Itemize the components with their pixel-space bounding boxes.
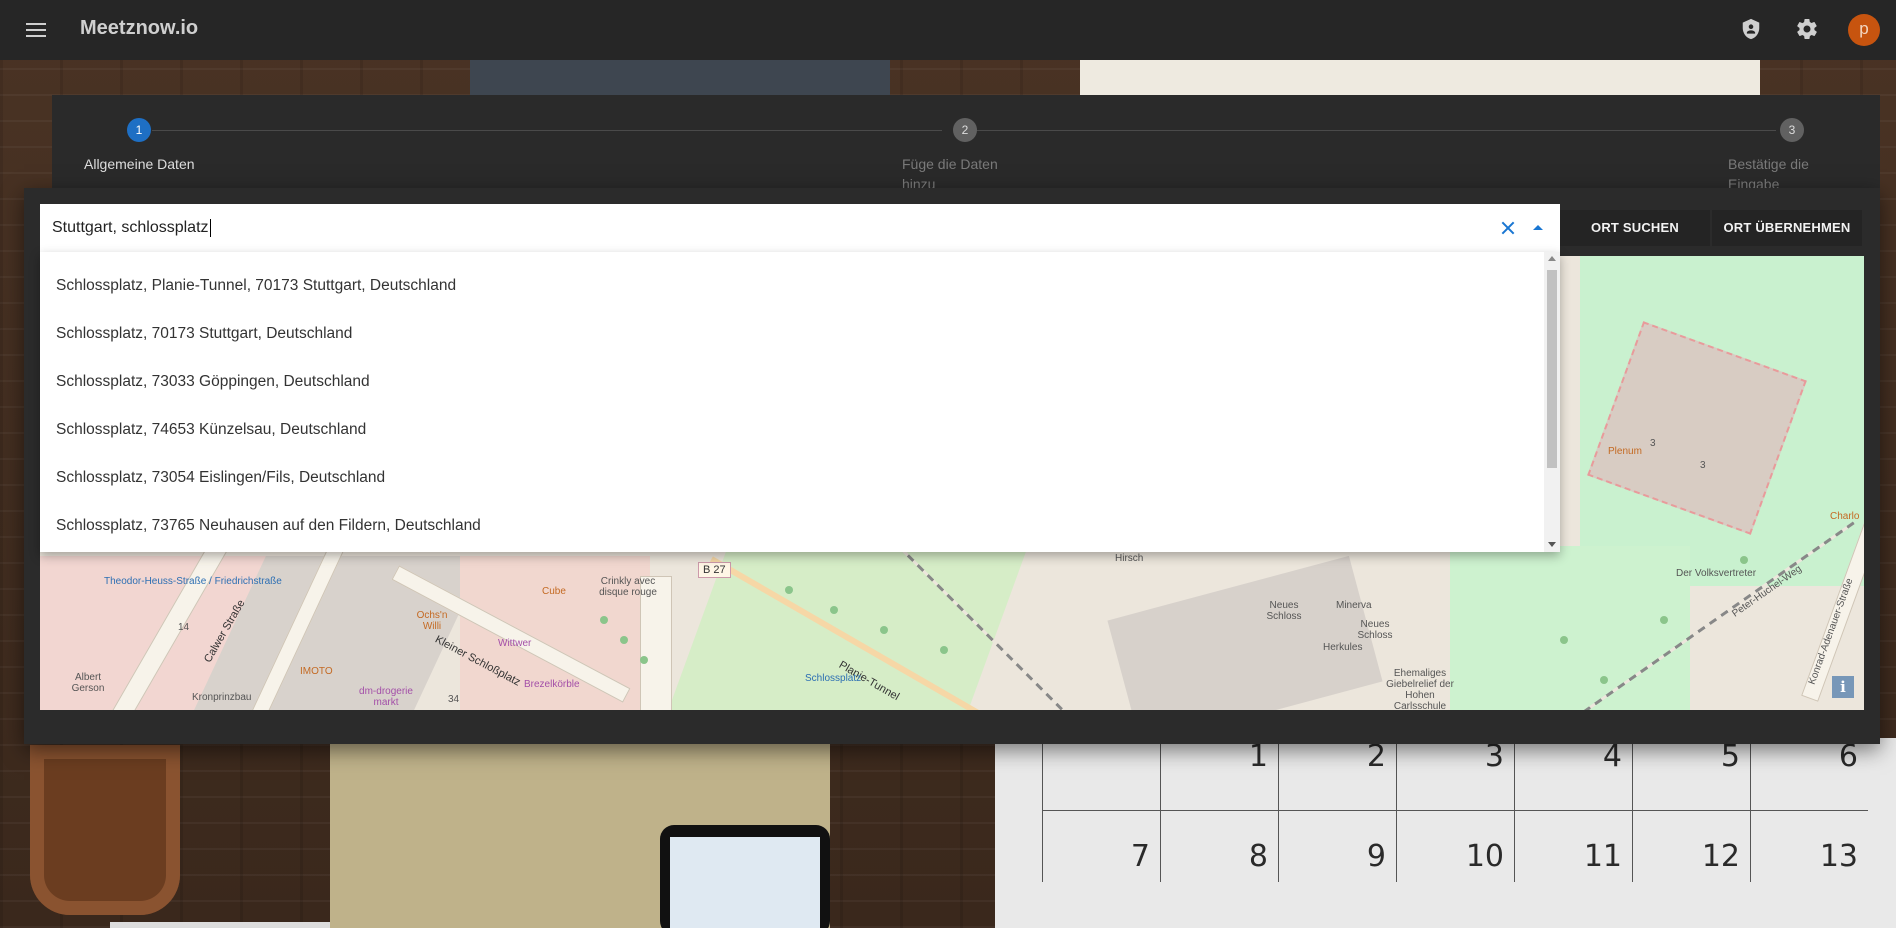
map-label-hirsch: Hirsch: [1115, 553, 1144, 564]
map-label-schlossplatz: Schlossplatz: [805, 673, 862, 684]
step-3-indicator[interactable]: 3: [1780, 118, 1804, 142]
map-label-herkules: Herkules: [1323, 642, 1363, 653]
calendar-cell: 7: [1042, 810, 1160, 882]
suggestion-item[interactable]: Schlossplatz, 73054 Eislingen/Fils, Deut…: [40, 454, 1544, 502]
map-tree: [830, 606, 838, 614]
map-label-number: 34: [448, 694, 460, 705]
app-title: Meetznow.io: [80, 17, 199, 39]
map-tree: [640, 656, 648, 664]
app-bar: Meetznow.io p: [0, 0, 1896, 60]
suggestion-item[interactable]: Schlossplatz, 73033 Göppingen, Deutschla…: [40, 358, 1544, 406]
map-tree: [600, 616, 608, 624]
map-park: [1450, 546, 1690, 710]
map-label-number: 3: [1700, 460, 1706, 471]
map-tree: [940, 646, 948, 654]
map-label-charlo: Charlo: [1830, 511, 1860, 522]
clear-icon[interactable]: [1496, 216, 1520, 240]
calendar-cell: 9: [1278, 810, 1396, 882]
background-book: [470, 60, 890, 98]
map-label-ehemaliges: Ehemaliges Giebelrelief der Hohen Carlss…: [1386, 668, 1454, 710]
map-tree: [1560, 636, 1568, 644]
map-label-neues-schloss-poi: Neues Schloss: [1266, 600, 1302, 622]
scrollbar-thumb[interactable]: [1547, 270, 1557, 468]
map-label-dm: dm-drogerie markt: [359, 686, 413, 708]
map-label-number: 3: [1650, 438, 1656, 449]
calendar-cell: 1: [1160, 738, 1278, 810]
calendar-cell: 4: [1514, 738, 1632, 810]
map-tree: [880, 626, 888, 634]
map-tree: [620, 636, 628, 644]
text-caret: [209, 219, 211, 237]
calendar-cell: 13: [1750, 810, 1868, 882]
map-label-kronprinzbau: Kronprinzbau: [192, 692, 252, 703]
map-tree: [1600, 676, 1608, 684]
calendar-cell: 12: [1632, 810, 1750, 882]
suggestion-scrollbar[interactable]: [1544, 252, 1560, 552]
map-label-albert: Albert Gerson: [71, 672, 105, 694]
map-tree: [1740, 556, 1748, 564]
location-autocomplete: [40, 204, 1560, 253]
step-1-indicator[interactable]: 1: [127, 118, 151, 142]
suggestion-item[interactable]: Schlossplatz, 73765 Neuhausen auf den Fi…: [40, 502, 1544, 550]
calendar-cell: 3: [1396, 738, 1514, 810]
calendar-cell: 10: [1396, 810, 1514, 882]
map-tree: [1660, 616, 1668, 624]
map-label-imoto: IMOTO: [300, 666, 333, 677]
map-label-cube: Cube: [542, 586, 566, 597]
avatar[interactable]: p: [1848, 14, 1880, 46]
calendar-cell: [1042, 738, 1160, 810]
map-tree: [785, 586, 793, 594]
calendar-cell: 5: [1632, 738, 1750, 810]
background-paper: [1080, 60, 1760, 100]
calendar-cell: 6: [1750, 738, 1868, 810]
map-label-minerva: Minerva: [1336, 600, 1372, 611]
map-area: [1107, 555, 1383, 710]
map-label-number: 14: [178, 622, 190, 633]
suggestion-item[interactable]: Schlossplatz, 74653 Künzelsau, Deutschla…: [40, 406, 1544, 454]
dropdown-arrow-icon[interactable]: [1526, 216, 1550, 240]
scroll-down-icon[interactable]: [1548, 542, 1556, 547]
step-1-label: Allgemeine Daten: [84, 156, 195, 172]
step-connector: [976, 130, 1776, 131]
background-mug: [30, 745, 180, 915]
map-label-theodor: Theodor-Heuss-Straße / Friedrichstraße: [104, 576, 282, 587]
suggestion-list: Schlossplatz, Planie-Tunnel, 70173 Stutt…: [40, 252, 1560, 552]
suggestion-item[interactable]: Schlossplatz, Planie-Tunnel, 70173 Stutt…: [40, 262, 1544, 310]
shield-icon[interactable]: [1740, 17, 1762, 41]
map-label-neues-schloss: Neues Schloss: [1357, 619, 1393, 641]
map-label-ochs: Ochs'n Willi: [416, 610, 448, 632]
map-label-konrad: Konrad-Adenauer-Straße: [1806, 576, 1856, 687]
background-phone: [660, 825, 830, 928]
apply-location-button[interactable]: ORT ÜBERNEHMEN: [1712, 210, 1862, 246]
map-label-plenum: Plenum: [1608, 446, 1642, 457]
step-connector: [152, 130, 942, 131]
calendar-cell: 8: [1160, 810, 1278, 882]
calendar-grid: 1 2 3 4 5 6 7 8 9 10 11 12 13: [1042, 738, 1872, 928]
map-label-volksvertreter: Der Volksvertreter: [1676, 568, 1757, 579]
map-label-brezel: Brezelkörble: [524, 679, 580, 690]
step-2-indicator[interactable]: 2: [953, 118, 977, 142]
map-label-crinkly: Crinkly avec disque rouge: [599, 576, 657, 598]
background-strip: [110, 922, 330, 928]
menu-icon[interactable]: [24, 18, 48, 42]
calendar-cell: 2: [1278, 738, 1396, 810]
scroll-up-icon[interactable]: [1548, 256, 1556, 261]
search-location-button[interactable]: ORT SUCHEN: [1560, 210, 1710, 246]
info-icon[interactable]: i: [1832, 676, 1854, 698]
map-label-wittwer: Wittwer: [498, 638, 532, 649]
location-search-input[interactable]: [52, 218, 1252, 238]
map-road-shield: B 27: [698, 562, 731, 578]
calendar-cell: 11: [1514, 810, 1632, 882]
suggestion-item[interactable]: Schlossplatz, 70173 Stuttgart, Deutschla…: [40, 310, 1544, 358]
gear-icon[interactable]: [1795, 17, 1819, 41]
